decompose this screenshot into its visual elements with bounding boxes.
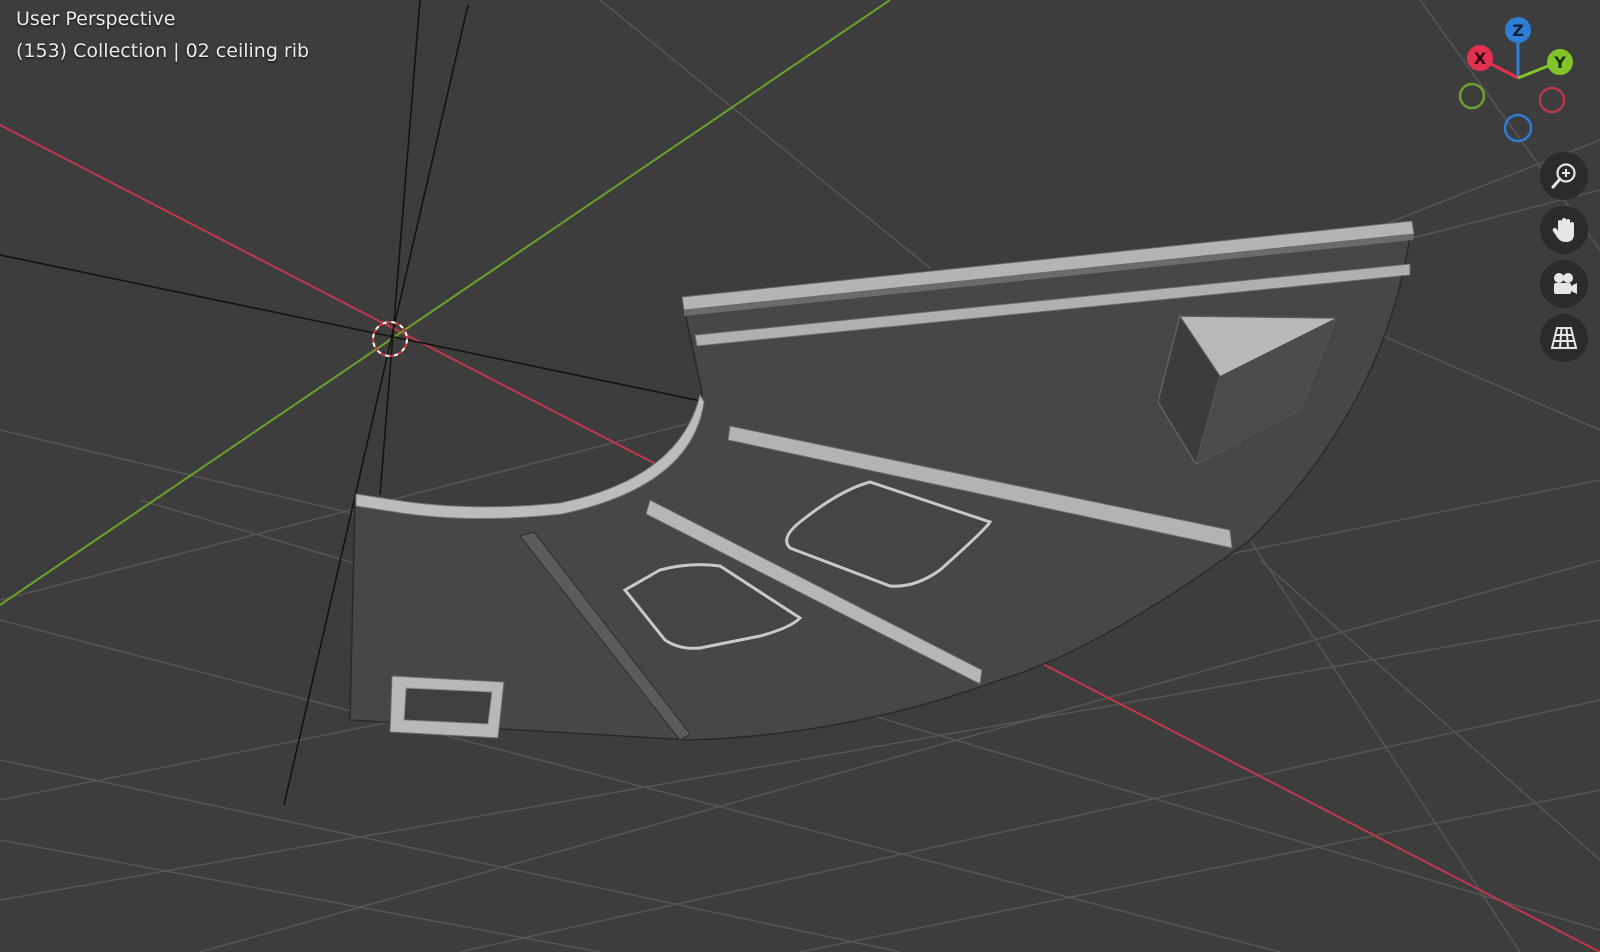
grid-line	[459, 699, 1600, 952]
grid-line	[0, 759, 901, 952]
ceiling-rib-mesh[interactable]	[349, 220, 1415, 741]
zoom-button[interactable]	[1540, 152, 1588, 200]
rect-vent-hole	[403, 687, 493, 725]
navigation-gizmo[interactable]: Z X Y	[1452, 14, 1588, 146]
perspective-toggle-button[interactable]	[1540, 314, 1588, 362]
view-name-label: User Perspective	[16, 8, 176, 30]
camera-view-button[interactable]	[1540, 260, 1588, 308]
guide-line	[0, 254, 721, 406]
pan-button[interactable]	[1540, 206, 1588, 254]
grid-line	[799, 789, 1600, 952]
grid-line	[0, 839, 601, 952]
camera-icon	[1554, 273, 1577, 294]
neg-z-axis-ball[interactable]	[1503, 113, 1533, 143]
grid-line	[599, 0, 931, 269]
neg-x-axis-ball[interactable]	[1538, 86, 1566, 114]
guide-line	[379, 0, 421, 496]
rib-plate	[349, 221, 1413, 741]
view-info-label: (153) Collection | 02 ceiling rib	[16, 40, 310, 62]
y-axis-label: Y	[1553, 53, 1566, 72]
x-axis-label: X	[1474, 49, 1487, 68]
3d-viewport[interactable]: User Perspective (153) Collection | 02 c…	[0, 0, 1600, 952]
z-axis-label: Z	[1512, 21, 1524, 40]
scene-canvas[interactable]	[0, 0, 1600, 952]
grid-icon	[1550, 327, 1578, 349]
neg-y-axis-ball[interactable]	[1458, 82, 1486, 110]
zoom-icon	[1551, 163, 1576, 189]
hand-icon	[1552, 218, 1574, 242]
